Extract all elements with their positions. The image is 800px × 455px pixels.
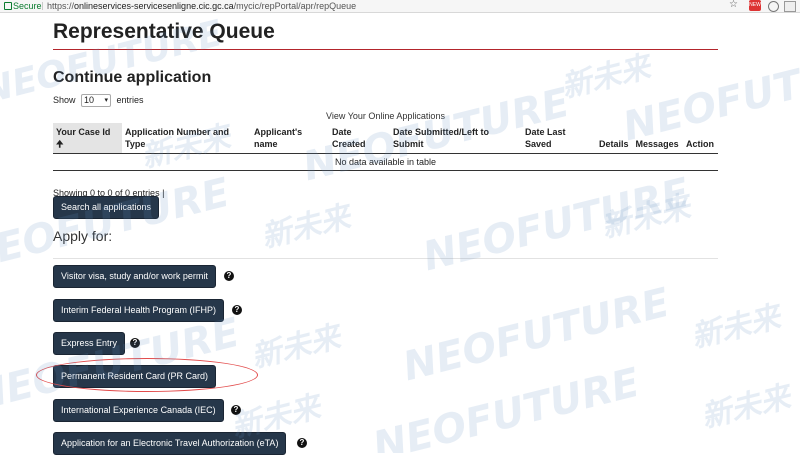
- secure-label: Secure: [13, 1, 42, 11]
- eta-button[interactable]: Application for an Electronic Travel Aut…: [53, 432, 287, 455]
- search-all-button[interactable]: Search all applications: [53, 196, 160, 219]
- col-applicant-name[interactable]: Applicant's name: [251, 123, 329, 154]
- table-caption: View Your Online Applications: [326, 111, 445, 121]
- help-icon[interactable]: ?: [224, 271, 234, 281]
- entries-select[interactable]: 10: [81, 94, 112, 107]
- watermark-text: 新未来: [597, 189, 694, 246]
- section-title: Continue application: [53, 69, 212, 86]
- lock-icon: [4, 2, 12, 10]
- watermark-text: 新未来: [687, 299, 784, 356]
- entries-length-control: Show 10 entries: [53, 94, 144, 107]
- extension-2-icon[interactable]: [768, 1, 779, 12]
- annotation-ellipse: [36, 358, 258, 392]
- separator: [42, 2, 43, 10]
- browser-address-bar: Secure https://onlineservices-servicesen…: [0, 0, 800, 13]
- extension-icon[interactable]: NEW: [749, 0, 761, 11]
- apply-divider: [53, 258, 718, 259]
- col-application-number[interactable]: Application Number and Type: [122, 123, 251, 154]
- table-row: No data available in table: [53, 153, 718, 171]
- ifhp-button[interactable]: Interim Federal Health Program (IFHP): [53, 299, 225, 322]
- url-host: onlineservices-servicesenligne.cic.gc.ca: [74, 1, 234, 11]
- col-case-id-label: Your Case Id: [56, 127, 111, 137]
- col-action[interactable]: Action: [683, 123, 718, 154]
- watermark-text: 新未来: [557, 49, 654, 106]
- page-title: Representative Queue: [53, 20, 275, 43]
- url-path: /mycic/repPortal/apr/repQueue: [233, 1, 357, 11]
- col-messages[interactable]: Messages: [632, 123, 683, 154]
- watermark-text: NEOFUTURE: [418, 169, 695, 281]
- help-icon[interactable]: ?: [130, 338, 140, 348]
- url-field[interactable]: https://onlineservices-servicesenligne.c…: [47, 0, 356, 12]
- sort-arrow-icon: 🠉: [56, 139, 64, 149]
- watermark-text: 新未来: [697, 379, 794, 436]
- col-date-created[interactable]: Date Created: [329, 123, 390, 154]
- watermark-text: NEOFUTURE: [398, 279, 675, 391]
- watermark-text: NEOFUTURE: [368, 359, 645, 453]
- apply-for-heading: Apply for:: [53, 228, 113, 244]
- url-prefix: https://: [47, 1, 75, 11]
- bookmark-star-icon[interactable]: ☆: [729, 0, 738, 11]
- entries-label: entries: [116, 94, 144, 105]
- empty-message: No data available in table: [53, 153, 718, 171]
- col-details[interactable]: Details: [596, 123, 633, 154]
- visitor-visa-button[interactable]: Visitor visa, study and/or work permit: [53, 265, 216, 288]
- watermark-text: 新未来: [247, 319, 344, 376]
- extension-3-icon[interactable]: [784, 1, 796, 12]
- express-entry-button[interactable]: Express Entry: [53, 332, 126, 355]
- watermark-text: NEOFUTURE: [0, 169, 235, 281]
- help-icon[interactable]: ?: [232, 305, 242, 315]
- col-date-last-saved[interactable]: Date Last Saved: [522, 123, 596, 154]
- help-icon[interactable]: ?: [297, 438, 307, 448]
- col-case-id[interactable]: Your Case Id 🠉: [53, 123, 122, 154]
- title-divider: [53, 49, 718, 50]
- help-icon[interactable]: ?: [231, 405, 241, 415]
- iec-button[interactable]: International Experience Canada (IEC): [53, 399, 224, 422]
- applications-table: Your Case Id 🠉 Application Number and Typ…: [53, 123, 718, 171]
- watermark-text: 新未来: [257, 199, 354, 256]
- show-label: Show: [53, 94, 76, 105]
- col-date-submitted[interactable]: Date Submitted/Left to Submit: [390, 123, 522, 154]
